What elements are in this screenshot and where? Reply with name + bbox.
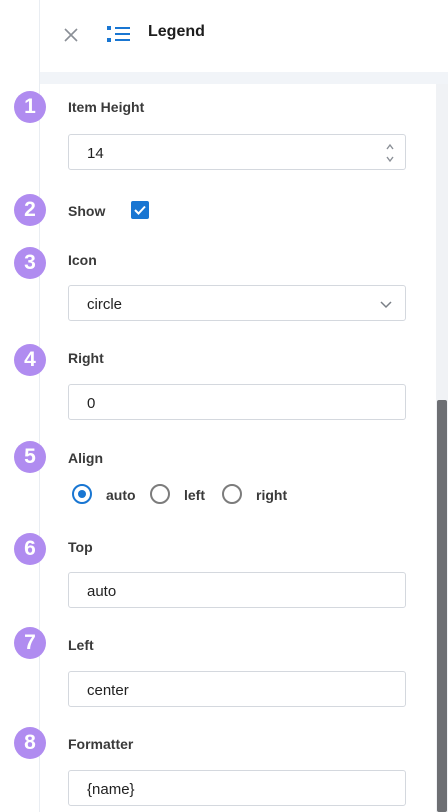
panel-header: [40, 0, 448, 72]
right-input[interactable]: 0: [68, 384, 406, 420]
close-icon[interactable]: [62, 26, 80, 44]
item-height-label: Item Height: [68, 99, 145, 115]
align-option-auto[interactable]: auto: [106, 487, 136, 503]
step-badge-8: 8: [14, 727, 46, 759]
legend-icon: [107, 26, 130, 42]
icon-select[interactable]: circle: [68, 285, 406, 321]
left-input[interactable]: center: [68, 671, 406, 707]
align-radio-group: auto left right: [70, 484, 330, 506]
align-radio-auto[interactable]: [72, 484, 92, 504]
align-radio-right[interactable]: [222, 484, 242, 504]
step-badge-5: 5: [14, 441, 46, 473]
left-label: Left: [68, 637, 94, 653]
panel-title: Legend: [148, 23, 205, 40]
icon-select-value: circle: [87, 296, 123, 313]
scrollbar-thumb[interactable]: [437, 400, 447, 812]
top-label: Top: [68, 539, 93, 555]
step-badge-2: 2: [14, 194, 46, 226]
step-badge-1: 1: [14, 91, 46, 123]
right-value: 0: [87, 395, 96, 412]
step-badge-7: 7: [14, 627, 46, 659]
header-separator: [40, 72, 448, 84]
item-height-input[interactable]: 14: [68, 134, 406, 170]
formatter-label: Formatter: [68, 736, 134, 752]
checkmark-icon: [134, 205, 146, 215]
align-option-right[interactable]: right: [256, 487, 287, 503]
step-badge-3: 3: [14, 247, 46, 279]
left-value: center: [87, 682, 129, 699]
formatter-input[interactable]: {name}: [68, 770, 406, 806]
item-height-value: 14: [87, 145, 104, 162]
align-label: Align: [68, 450, 103, 466]
step-badge-4: 4: [14, 344, 46, 376]
top-value: auto: [87, 583, 117, 600]
formatter-value: {name}: [87, 781, 135, 798]
align-radio-left[interactable]: [150, 484, 170, 504]
top-input[interactable]: auto: [68, 572, 406, 608]
step-badge-6: 6: [14, 533, 46, 565]
stepper-icon[interactable]: [385, 141, 395, 165]
align-option-left[interactable]: left: [184, 487, 205, 503]
icon-label: Icon: [68, 252, 97, 268]
show-label: Show: [68, 203, 106, 219]
chevron-down-icon: [380, 301, 392, 309]
show-checkbox[interactable]: [131, 201, 149, 219]
right-label: Right: [68, 350, 104, 366]
